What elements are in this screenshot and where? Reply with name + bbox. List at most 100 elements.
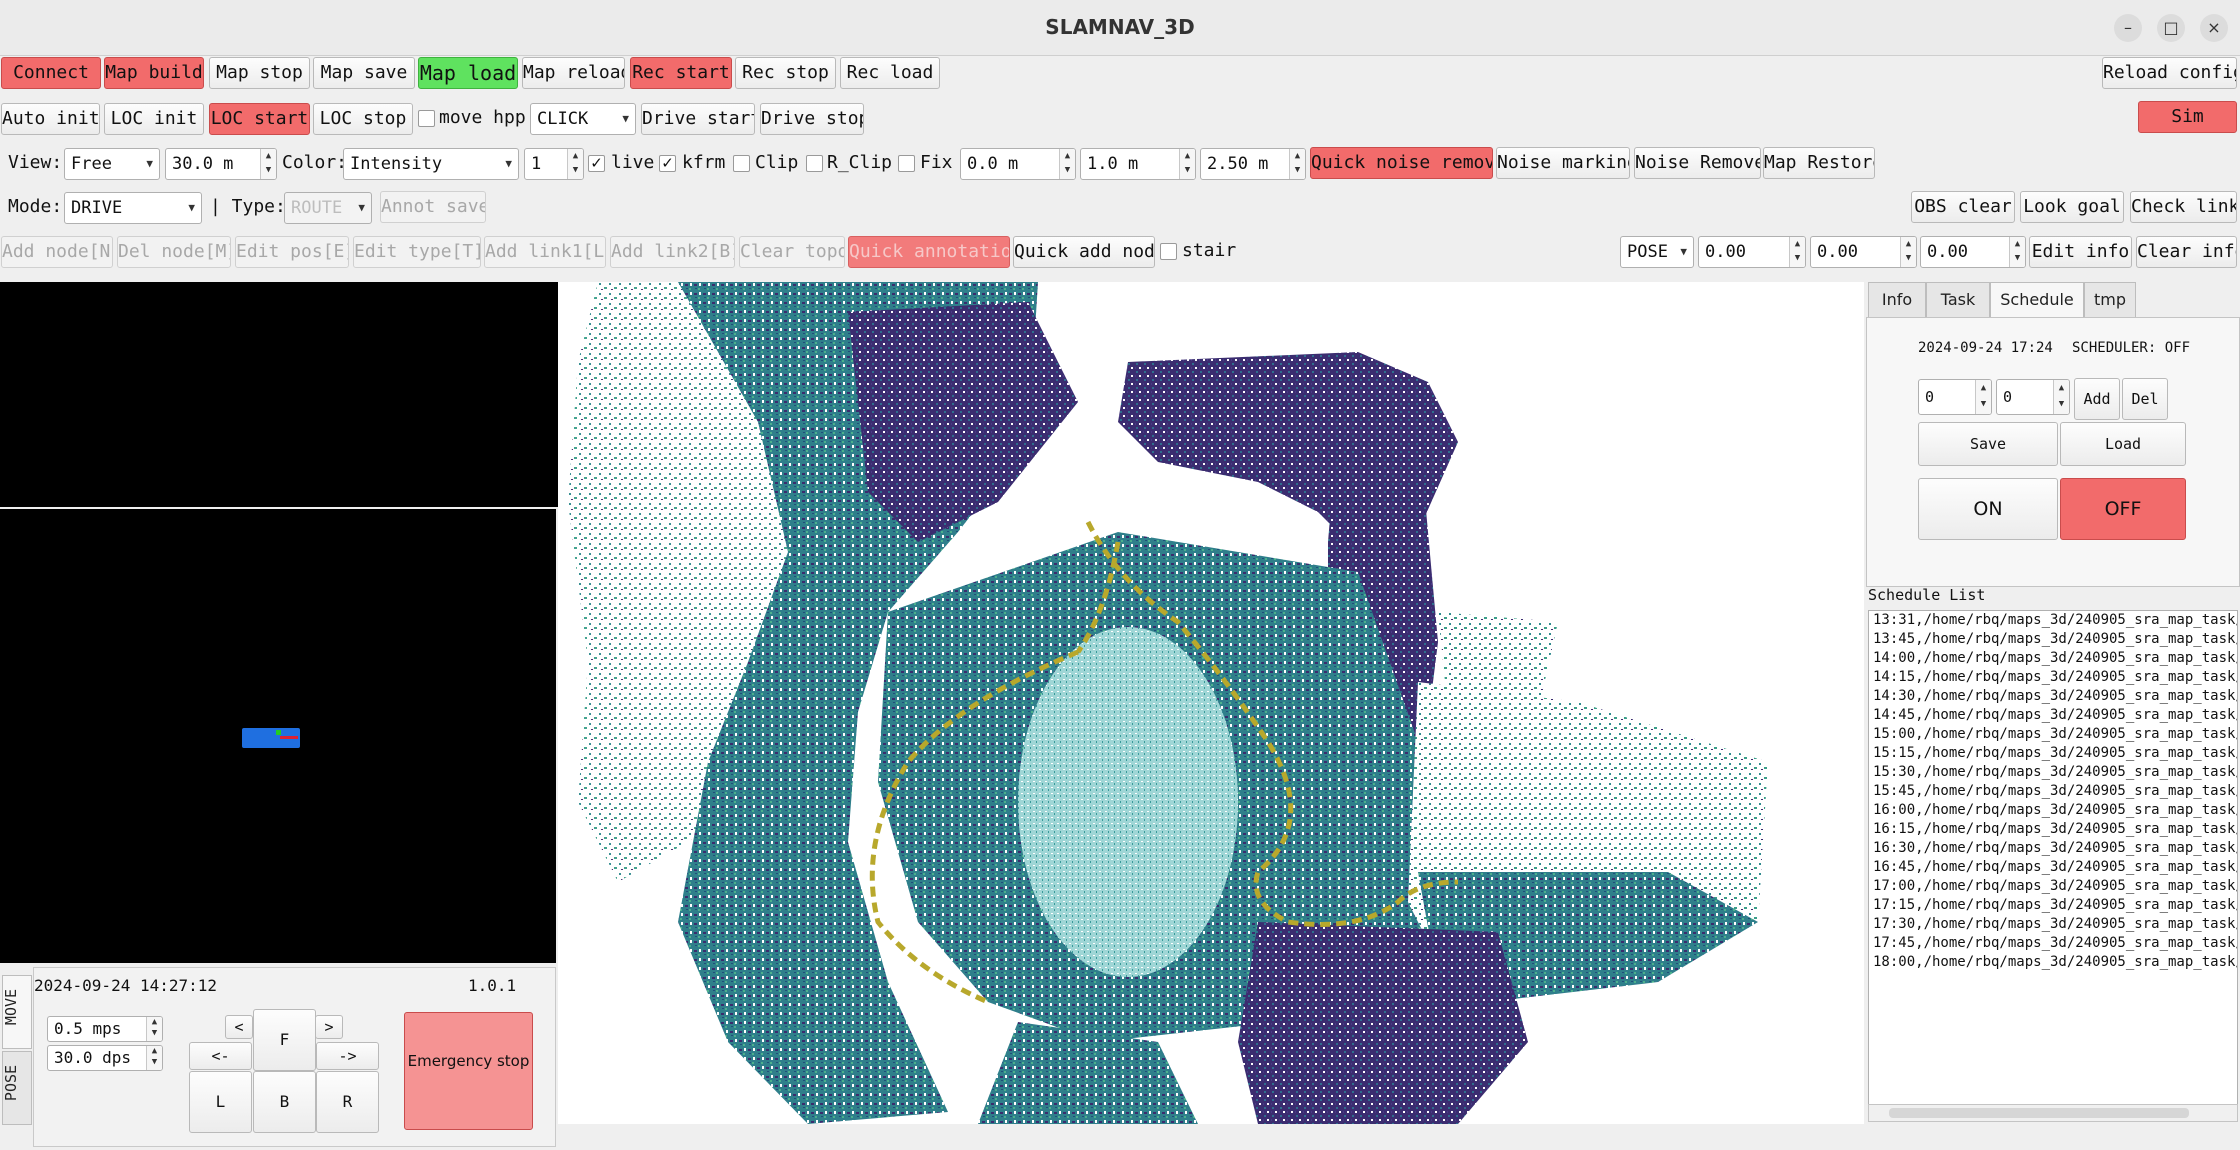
edit-pos-button[interactable]: Edit pos[E] (235, 236, 349, 268)
kfrm-checkbox[interactable]: ✓ (659, 155, 676, 172)
spin-arrows-icon[interactable]: ▲ ▼ (1289, 149, 1305, 179)
point-size-spin[interactable]: 1 ▲ ▼ (524, 148, 584, 180)
list-item[interactable]: 14:00,/home/rbq/maps_3d/240905_sra_map_t… (1869, 649, 2237, 668)
list-item[interactable]: 14:15,/home/rbq/maps_3d/240905_sra_map_t… (1869, 668, 2237, 687)
add-link1-button[interactable]: Add link1[L] (484, 236, 606, 268)
right-button[interactable]: R (316, 1071, 379, 1133)
pose-x-spin[interactable]: 0.00 ▲ ▼ (1698, 236, 1806, 268)
map-save-button[interactable]: Map save (313, 57, 415, 89)
look-goal-button[interactable]: Look goal (2020, 191, 2124, 223)
list-item[interactable]: 16:45,/home/rbq/maps_3d/240905_sra_map_t… (1869, 858, 2237, 877)
tab-info[interactable]: Info (1868, 282, 1926, 318)
spin-arrows-icon[interactable]: ▲ ▼ (1789, 237, 1805, 267)
map-reload-button[interactable]: Map reload (522, 57, 625, 89)
sim-button[interactable]: Sim (2138, 101, 2237, 133)
move-hpp-checkbox[interactable] (418, 110, 435, 127)
stair-checkbox[interactable] (1160, 243, 1177, 260)
list-item[interactable]: 17:30,/home/rbq/maps_3d/240905_sra_map_t… (1869, 915, 2237, 934)
tab-schedule[interactable]: Schedule (1990, 282, 2084, 318)
scheduler-off-button[interactable]: OFF (2060, 478, 2186, 540)
auto-init-button[interactable]: Auto init (1, 103, 100, 135)
type-combo[interactable]: ROUTE ▼ (284, 192, 372, 224)
annot-save-button[interactable]: Annot save (380, 191, 486, 223)
rec-start-button[interactable]: Rec start (630, 57, 732, 89)
clear-topo-button[interactable]: Clear topo (739, 236, 845, 268)
rotate-left-button[interactable]: <- (189, 1042, 252, 1070)
view-distance-spin[interactable]: 30.0 m ▲ ▼ (165, 148, 277, 180)
spin-arrows-icon[interactable]: ▲ ▼ (1179, 149, 1195, 179)
forward-left-button[interactable]: < (225, 1015, 253, 1039)
drive-stop-button[interactable]: Drive stop (760, 103, 864, 135)
reload-config-button[interactable]: Reload config (2102, 57, 2237, 89)
angular-speed-spin[interactable]: 30.0 dps ▲ ▼ (47, 1045, 163, 1071)
schedule-list-scrollbar[interactable] (1868, 1104, 2238, 1122)
forward-right-button[interactable]: > (315, 1015, 343, 1039)
scrollbar-thumb[interactable] (1889, 1108, 2189, 1118)
list-item[interactable]: 17:45,/home/rbq/maps_3d/240905_sra_map_t… (1869, 934, 2237, 953)
map-stop-button[interactable]: Map stop (209, 57, 310, 89)
noise-remove-button[interactable]: Noise Remove (1634, 147, 1761, 179)
pose-th-spin[interactable]: 0.00 ▲ ▼ (1920, 236, 2026, 268)
obs-clear-button[interactable]: OBS clear (1911, 191, 2015, 223)
map-load-button[interactable]: Map load (418, 57, 518, 89)
view-combo[interactable]: Free ▼ (64, 148, 160, 180)
spin-arrows-icon[interactable]: ▲ ▼ (2053, 380, 2069, 414)
spin-arrows-icon[interactable]: ▲ ▼ (1059, 149, 1075, 179)
rec-stop-button[interactable]: Rec stop (735, 57, 836, 89)
add-node-button[interactable]: Add node[N] (1, 236, 113, 268)
list-item[interactable]: 15:00,/home/rbq/maps_3d/240905_sra_map_t… (1869, 725, 2237, 744)
scheduler-on-button[interactable]: ON (1918, 478, 2058, 540)
spin-arrows-icon[interactable]: ▲ ▼ (146, 1017, 162, 1041)
quick-annotation-button[interactable]: Quick annotation (848, 236, 1010, 268)
loc-init-button[interactable]: LOC init (104, 103, 204, 135)
forward-button[interactable]: F (253, 1009, 316, 1071)
r-clip-checkbox[interactable] (806, 155, 823, 172)
click-mode-combo[interactable]: CLICK ▼ (530, 103, 636, 135)
spin-arrows-icon[interactable]: ▲ ▼ (567, 149, 583, 179)
left-button[interactable]: L (189, 1071, 252, 1133)
live-checkbox[interactable]: ✓ (588, 155, 605, 172)
fix-value-1-spin[interactable]: 0.0 m ▲ ▼ (960, 148, 1076, 180)
close-icon[interactable]: × (2200, 14, 2228, 42)
list-item[interactable]: 16:30,/home/rbq/maps_3d/240905_sra_map_t… (1869, 839, 2237, 858)
list-item[interactable]: 15:30,/home/rbq/maps_3d/240905_sra_map_t… (1869, 763, 2237, 782)
list-item[interactable]: 16:15,/home/rbq/maps_3d/240905_sra_map_t… (1869, 820, 2237, 839)
map-restore-button[interactable]: Map Restore (1763, 147, 1875, 179)
list-item[interactable]: 15:45,/home/rbq/maps_3d/240905_sra_map_t… (1869, 782, 2237, 801)
spin-arrows-icon[interactable]: ▲ ▼ (146, 1046, 162, 1070)
fix-value-2-spin[interactable]: 1.0 m ▲ ▼ (1080, 148, 1196, 180)
list-item[interactable]: 14:45,/home/rbq/maps_3d/240905_sra_map_t… (1869, 706, 2237, 725)
loc-stop-button[interactable]: LOC stop (313, 103, 413, 135)
list-item[interactable]: 14:30,/home/rbq/maps_3d/240905_sra_map_t… (1869, 687, 2237, 706)
add-link2-button[interactable]: Add link2[B] (610, 236, 735, 268)
drive-start-button[interactable]: Drive start (641, 103, 755, 135)
del-schedule-button[interactable]: Del (2122, 378, 2168, 420)
list-item[interactable]: 16:00,/home/rbq/maps_3d/240905_sra_map_t… (1869, 801, 2237, 820)
map-build-button[interactable]: Map build (104, 57, 204, 89)
rotate-right-button[interactable]: -> (316, 1042, 379, 1070)
mode-combo[interactable]: DRIVE ▼ (64, 192, 202, 224)
rec-load-button[interactable]: Rec load (840, 57, 940, 89)
connect-button[interactable]: Connect (1, 57, 101, 89)
spin-arrows-icon[interactable]: ▲ ▼ (1975, 380, 1991, 414)
fix-value-3-spin[interactable]: 2.50 m ▲ ▼ (1200, 148, 1306, 180)
list-item[interactable]: 13:45,/home/rbq/maps_3d/240905_sra_map_t… (1869, 630, 2237, 649)
save-schedule-button[interactable]: Save (1918, 422, 2058, 466)
linear-speed-spin[interactable]: 0.5 mps ▲ ▼ (47, 1016, 163, 1042)
quick-noise-remove-button[interactable]: Quick noise remove (1310, 147, 1493, 179)
tab-pose[interactable]: POSE (2, 1051, 32, 1125)
emergency-stop-button[interactable]: Emergency stop (404, 1012, 533, 1130)
minute-spin[interactable]: 0 ▲ ▼ (1996, 379, 2070, 415)
loc-start-button[interactable]: LOC start (209, 103, 310, 135)
clip-checkbox[interactable] (733, 155, 750, 172)
edit-info-button[interactable]: Edit info (2029, 236, 2132, 268)
list-item[interactable]: 15:15,/home/rbq/maps_3d/240905_sra_map_t… (1869, 744, 2237, 763)
fix-checkbox[interactable] (898, 155, 915, 172)
pose-combo[interactable]: POSE ▼ (1620, 236, 1694, 268)
check-link-button[interactable]: Check link (2130, 191, 2237, 223)
spin-arrows-icon[interactable]: ▲ ▼ (2009, 237, 2025, 267)
list-item[interactable]: 17:15,/home/rbq/maps_3d/240905_sra_map_t… (1869, 896, 2237, 915)
spin-arrows-icon[interactable]: ▲ ▼ (260, 149, 276, 179)
color-combo[interactable]: Intensity ▼ (343, 148, 519, 180)
schedule-list[interactable]: 13:31,/home/rbq/maps_3d/240905_sra_map_t… (1868, 610, 2238, 1110)
